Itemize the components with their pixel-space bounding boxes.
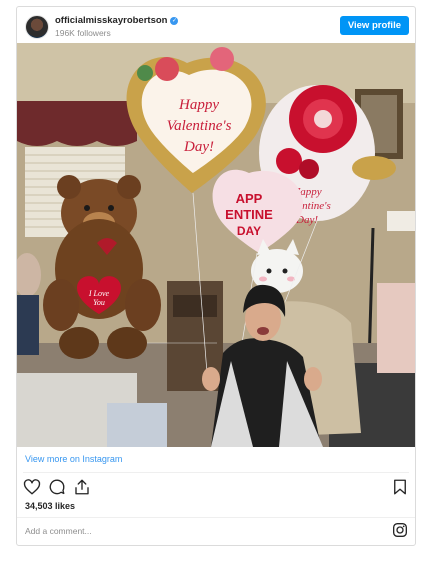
view-more-link[interactable]: View more on Instagram (25, 454, 122, 464)
action-bar (23, 478, 409, 496)
view-profile-button[interactable]: View profile (339, 16, 409, 35)
post-header: officialmisskayrobertson ✓ 196K followers… (17, 7, 415, 43)
small-balloon-line-3: DAY (237, 224, 261, 238)
heart-balloon-line-2: Valentine's (167, 118, 232, 134)
share-icon[interactable] (73, 478, 91, 496)
photo-illustration: I Love You Happy Valentine's Day! Happy … (17, 43, 415, 447)
like-count[interactable]: 34,503 likes (25, 501, 75, 511)
small-balloon-line-2: ENTINE (225, 207, 273, 222)
divider (23, 472, 409, 473)
username-text[interactable]: officialmisskayrobertson (55, 15, 167, 26)
comment-icon[interactable] (48, 478, 66, 496)
bear-heart-line-2: You (93, 298, 105, 307)
bear-heart-line-1: I Love (88, 289, 110, 298)
username[interactable]: officialmisskayrobertson ✓ (55, 15, 179, 26)
heart-icon[interactable] (23, 478, 41, 496)
post-photo[interactable]: I Love You Happy Valentine's Day! Happy … (17, 43, 415, 447)
instagram-icon[interactable] (392, 522, 408, 538)
follower-count: 196K followers (55, 28, 111, 38)
comment-input[interactable]: Add a comment... (25, 526, 92, 536)
verified-badge-icon: ✓ (170, 17, 179, 25)
instagram-embed-card: officialmisskayrobertson ✓ 196K followers… (16, 6, 416, 546)
divider (17, 517, 415, 518)
bookmark-icon[interactable] (391, 478, 409, 496)
heart-balloon-line-1: Happy (178, 97, 219, 113)
small-balloon-line-1: APP (236, 191, 263, 206)
heart-balloon-line-3: Day! (183, 139, 214, 155)
avatar[interactable] (25, 15, 49, 39)
